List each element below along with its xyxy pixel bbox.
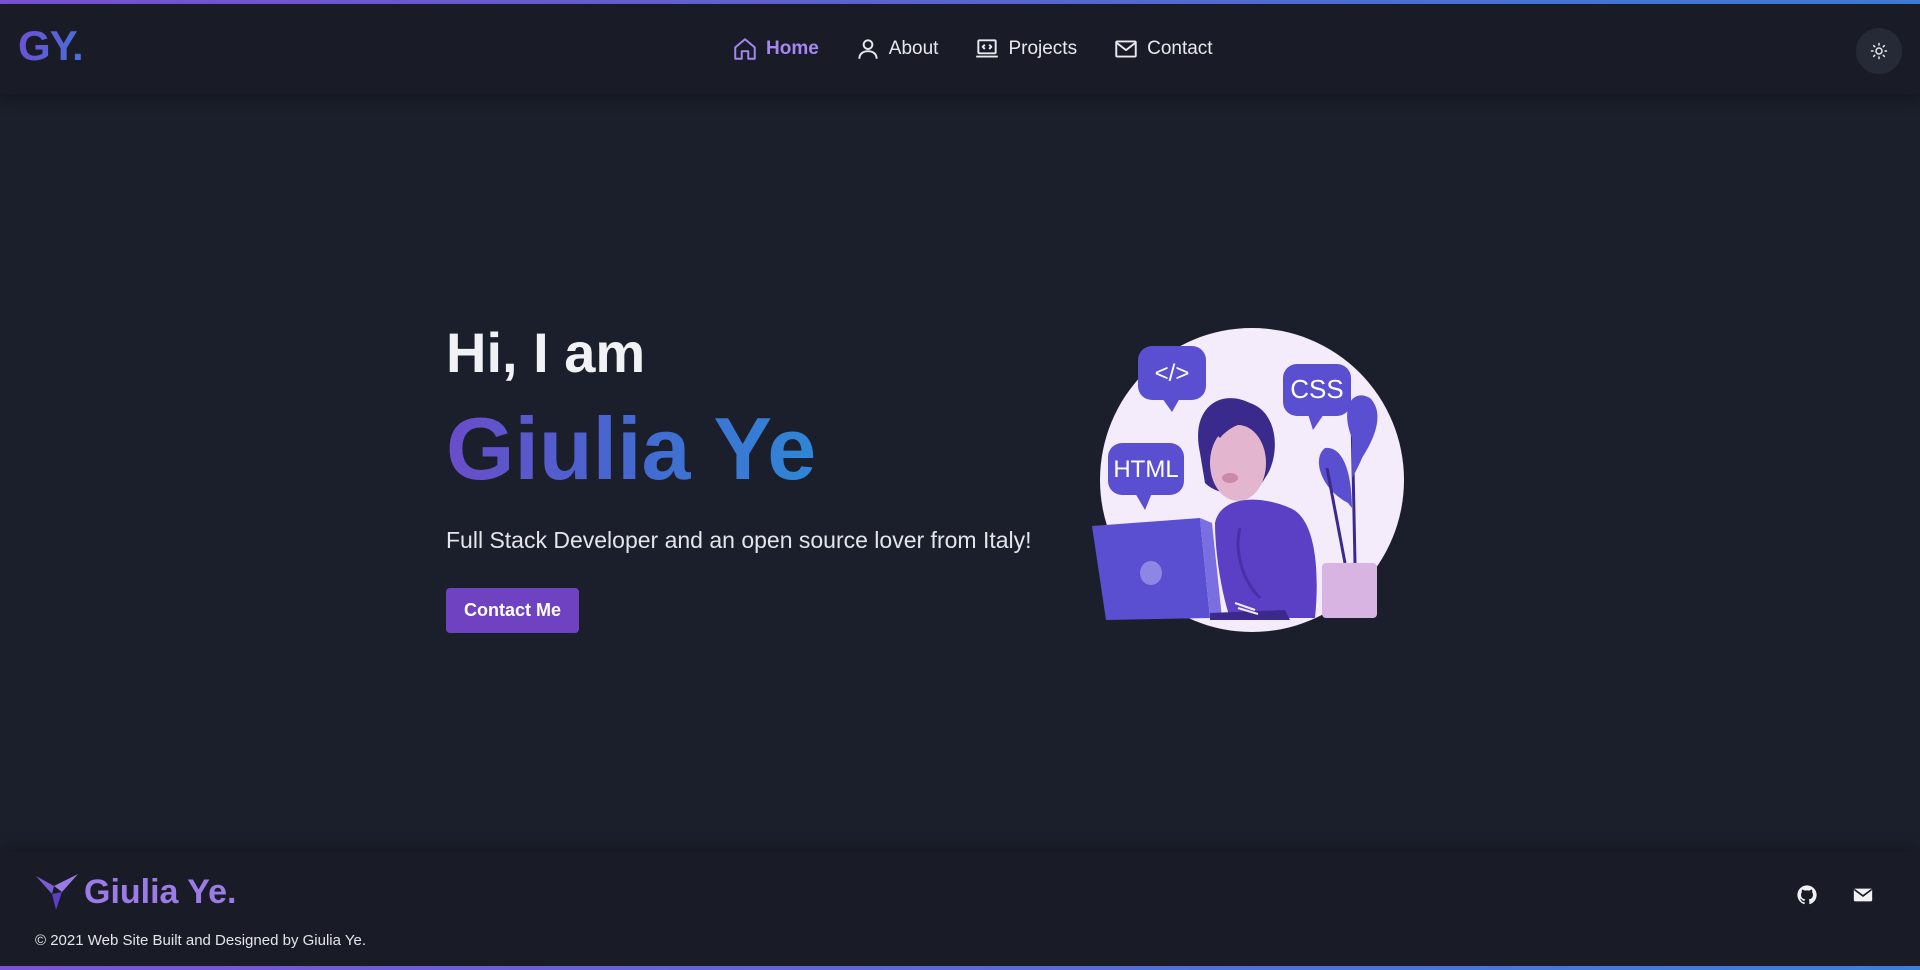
nav-item-contact[interactable]: Contact xyxy=(1113,36,1213,62)
email-link[interactable] xyxy=(1852,884,1874,906)
hero-name: Giulia Ye xyxy=(446,399,817,498)
user-icon xyxy=(858,39,878,59)
footer-brand-name: Giulia Ye. xyxy=(84,872,237,911)
copyright-text: © 2021 Web Site Built and Designed by Gi… xyxy=(35,932,366,949)
site-footer: Giulia Ye. © 2021 Web Site Built and Des… xyxy=(0,852,1920,966)
hero-section: Hi, I am Giulia Ye Full Stack Developer … xyxy=(446,320,1046,633)
nav-label-about: About xyxy=(888,38,939,59)
svg-text:HTML: HTML xyxy=(1113,456,1178,483)
hero-tagline: Full Stack Developer and an open source … xyxy=(446,527,1032,553)
site-logo[interactable]: GY. xyxy=(18,22,84,70)
contact-me-button[interactable]: Contact Me xyxy=(446,588,580,633)
laptop-code-icon xyxy=(976,39,999,58)
footer-brand[interactable]: Giulia Ye. xyxy=(34,872,236,912)
svg-text:</>: </> xyxy=(1155,360,1190,387)
envelope-icon xyxy=(1853,888,1873,902)
main-nav: Home About Projects Contact xyxy=(732,36,1213,62)
mail-icon xyxy=(1115,40,1137,58)
github-link[interactable] xyxy=(1796,884,1818,906)
theme-toggle-button[interactable] xyxy=(1856,28,1902,74)
footer-social-links xyxy=(1796,884,1874,906)
nav-item-home[interactable]: Home xyxy=(732,36,819,62)
bottom-accent-line xyxy=(0,966,1920,970)
nav-label-home: Home xyxy=(766,38,819,59)
hero-greeting: Hi, I am xyxy=(446,321,646,384)
home-icon xyxy=(734,38,756,60)
nav-label-contact: Contact xyxy=(1147,38,1213,59)
github-icon xyxy=(1797,885,1817,905)
nav-label-projects: Projects xyxy=(1008,38,1078,59)
sun-icon xyxy=(1870,42,1888,60)
developer-illustration: </> CSS HTML xyxy=(1092,328,1404,632)
nav-item-about[interactable]: About xyxy=(855,36,939,62)
nav-item-projects[interactable]: Projects xyxy=(974,36,1077,62)
hummingbird-logo-icon xyxy=(36,874,78,910)
svg-text:CSS: CSS xyxy=(1290,374,1343,404)
site-header: GY. Home About Projects Contact xyxy=(0,4,1920,94)
